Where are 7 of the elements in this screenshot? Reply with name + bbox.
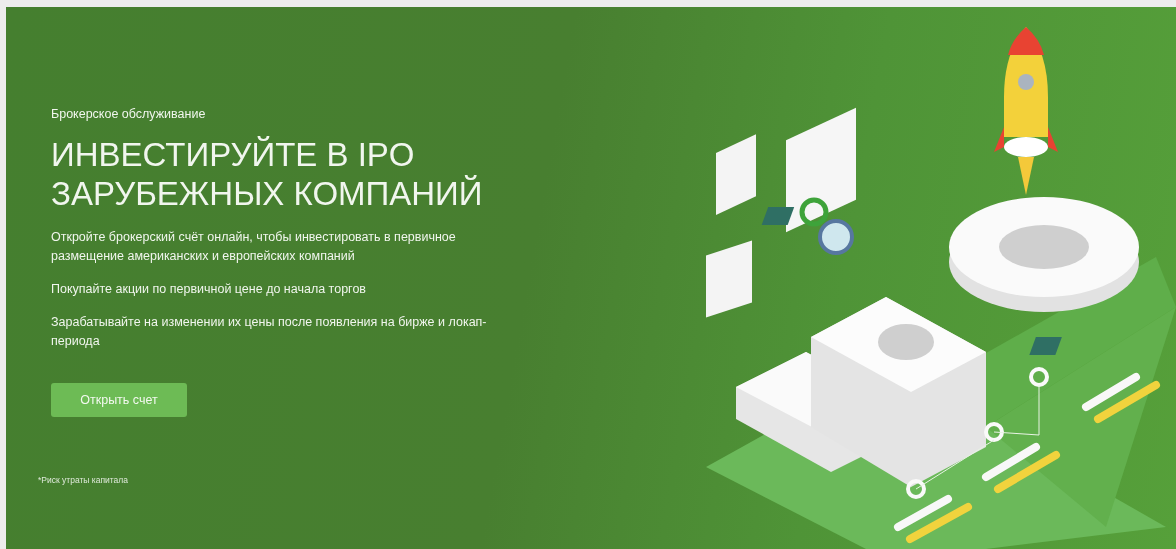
benefit-text: Откройте брокерский счёт онлайн, чтобы инвестировать в первичное размещение американских и европейских компаний — [51, 229, 457, 265]
section-label: Брокерское обслуживание — [51, 107, 207, 121]
risk-footnote: *Риск утраты капитала — [38, 475, 130, 485]
benefit-text: Зарабатывайте на изменении их цены после появления на бирже и локап-периода — [51, 314, 488, 350]
benefit-text: Покупайте акции по первичной цене до начала торгов — [51, 281, 367, 298]
page-heading: ИНВЕСТИРУЙТЕ В IPO ЗАРУБЕЖНЫХ КОМПАНИЙ — [51, 135, 484, 213]
open-account-button[interactable]: Открыть счет — [51, 383, 187, 417]
